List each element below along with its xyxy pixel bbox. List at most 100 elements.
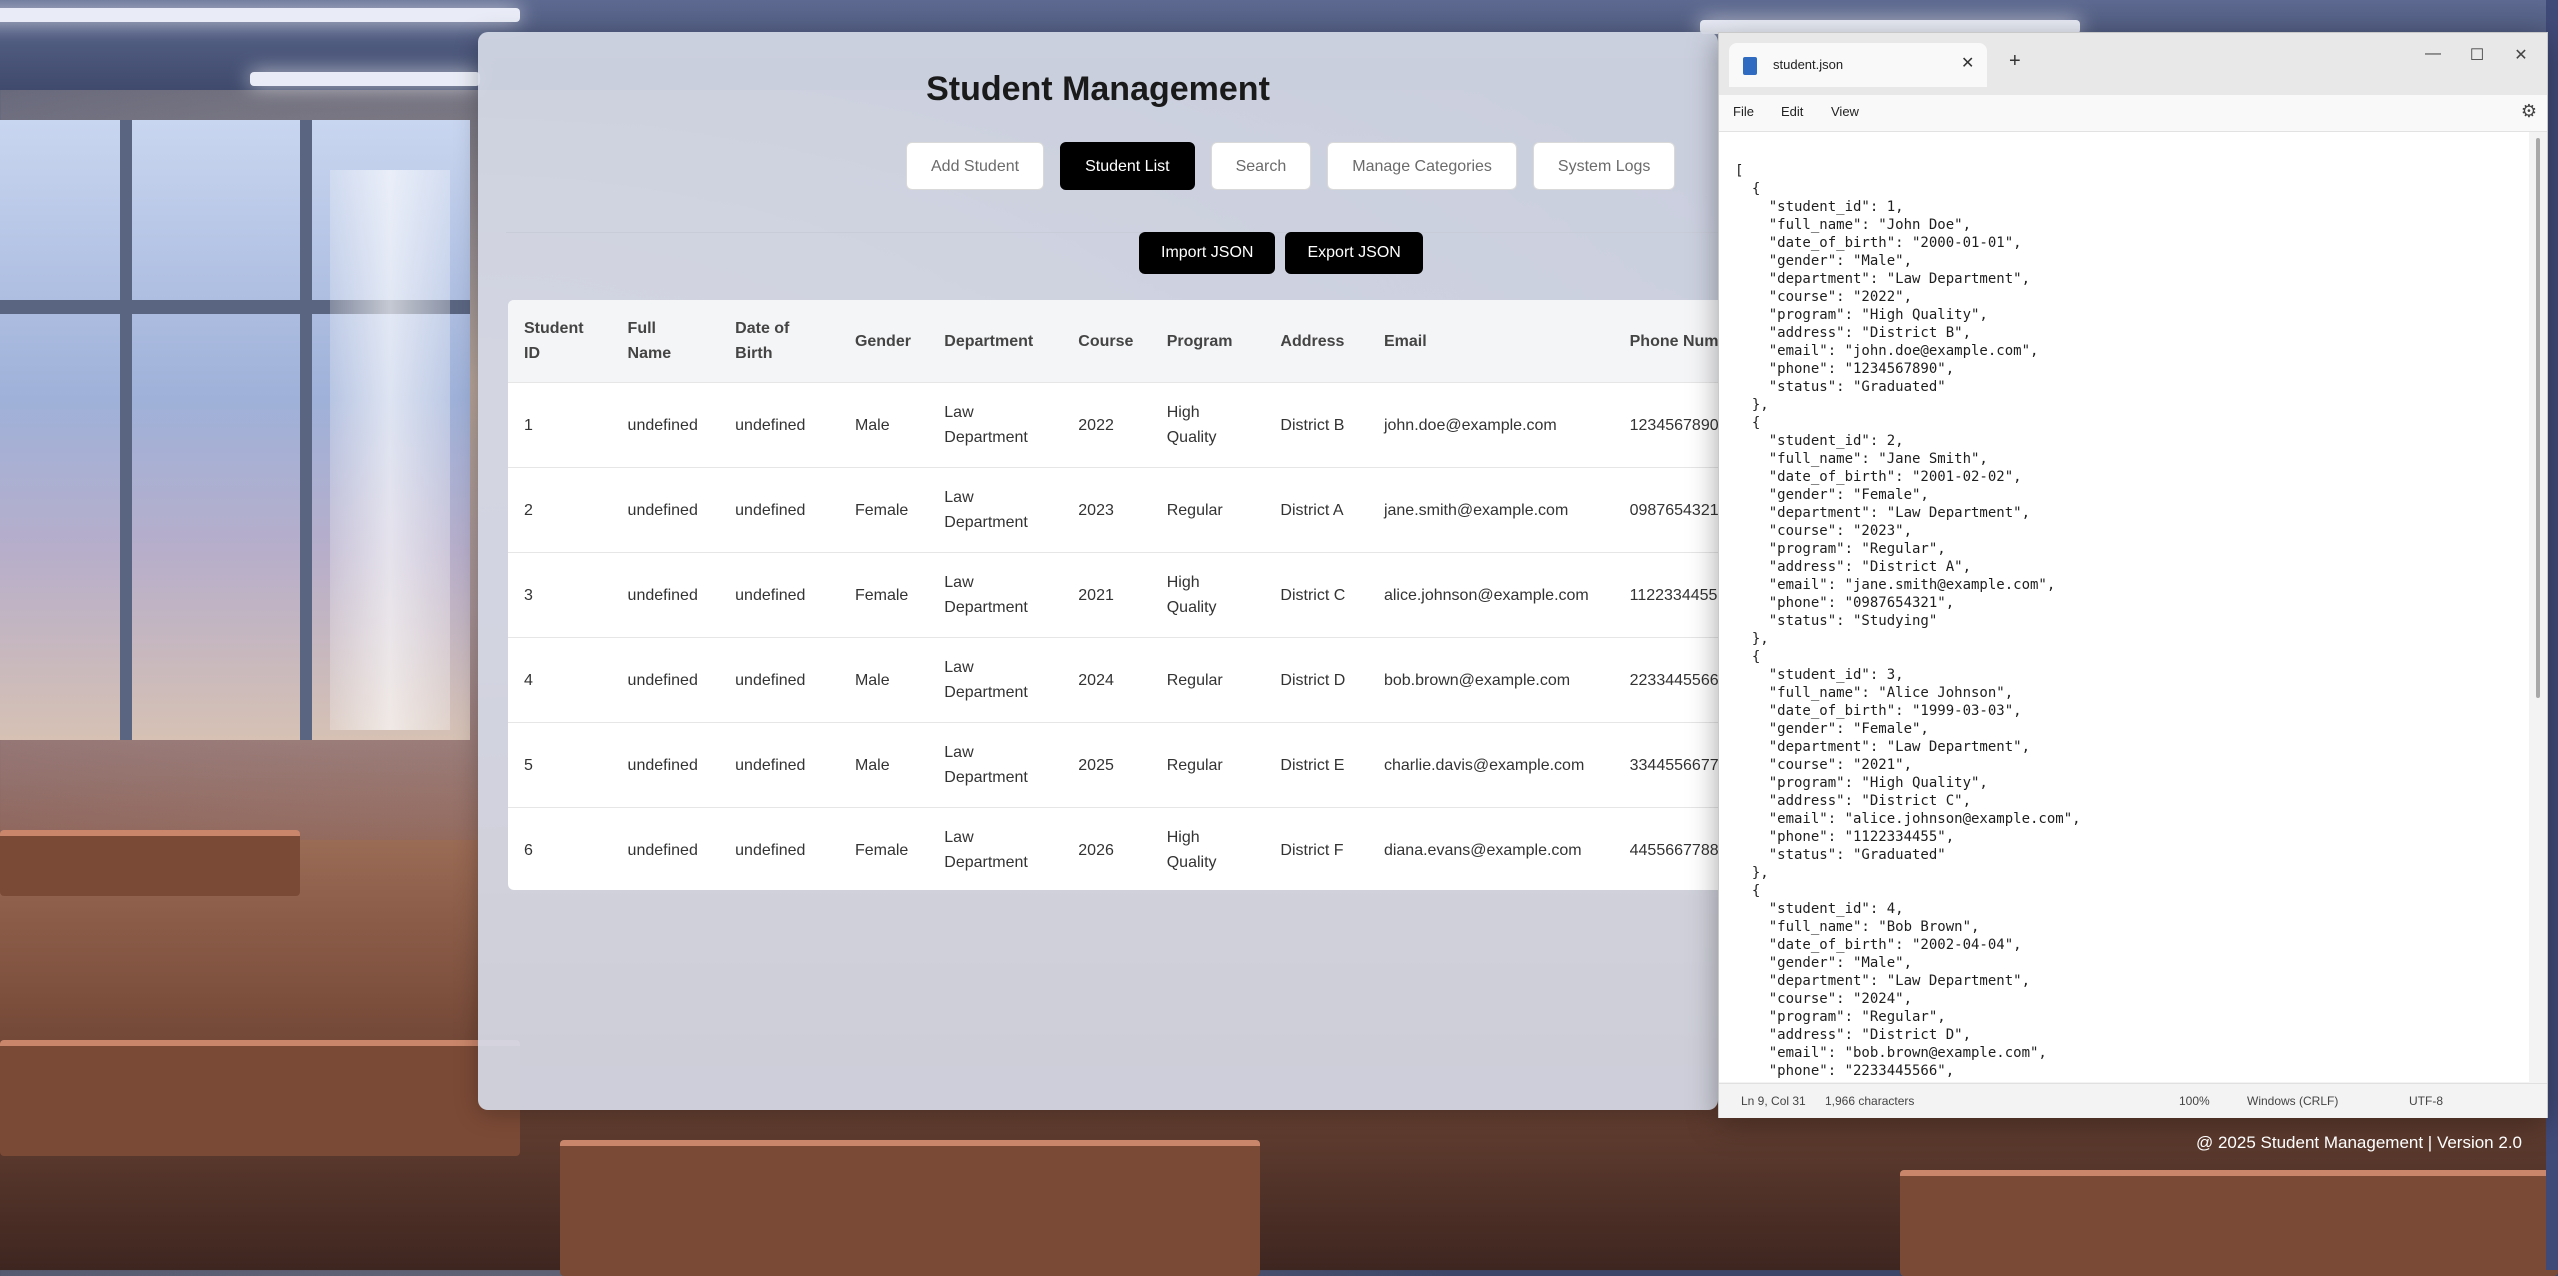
- cell-date-of-birth: undefined: [719, 467, 839, 553]
- cell-email: jane.smith@example.com: [1367, 467, 1614, 553]
- cell-course: 2026: [1062, 807, 1151, 890]
- cell-phone: 0987654321: [1613, 467, 1718, 553]
- student-management-panel: Student Management Add Student Student L…: [478, 32, 1718, 1110]
- settings-gear-icon[interactable]: ⚙: [2521, 101, 2537, 122]
- menu-file[interactable]: File: [1733, 104, 1754, 119]
- student-table: Student ID Full Name Date of Birth Gende…: [508, 300, 1718, 890]
- cell-date-of-birth: undefined: [719, 382, 839, 468]
- notepad-window: student.json ✕ + — ☐ ✕ File Edit View ⚙ …: [1718, 32, 2548, 1118]
- nav-system-logs-button[interactable]: System Logs: [1532, 142, 1676, 190]
- header-student-id: Student ID: [508, 300, 612, 383]
- header-address: Address: [1264, 300, 1368, 383]
- cell-date-of-birth: undefined: [719, 807, 839, 890]
- nav-manage-categories-button[interactable]: Manage Categories: [1327, 142, 1517, 190]
- status-cursor-position: Ln 9, Col 31: [1741, 1094, 1806, 1108]
- window-frame: [300, 120, 312, 740]
- cell-full-name: undefined: [611, 552, 720, 638]
- minimize-icon[interactable]: —: [2413, 45, 2453, 63]
- cell-address: District A: [1264, 467, 1368, 553]
- vertical-scrollbar[interactable]: [2531, 132, 2545, 1082]
- cell-program: High Quality: [1150, 807, 1265, 890]
- maximize-icon[interactable]: ☐: [2457, 45, 2497, 65]
- header-program: Program: [1150, 300, 1265, 383]
- notepad-editor[interactable]: [ { "student_id": 1, "full_name": "John …: [1719, 132, 2529, 1082]
- table-row[interactable]: 3 undefined undefined Female Law Departm…: [508, 552, 1718, 638]
- notepad-tab[interactable]: student.json ✕: [1729, 43, 1987, 87]
- tab-close-icon[interactable]: ✕: [1961, 53, 1974, 73]
- notepad-menubar: File Edit View ⚙: [1719, 95, 2547, 132]
- header-phone-number: Phone Number: [1613, 300, 1718, 383]
- export-json-button[interactable]: Export JSON: [1285, 232, 1423, 274]
- background-desk: [1900, 1170, 2558, 1276]
- cell-gender: Female: [838, 552, 929, 638]
- window-frame: [120, 120, 132, 740]
- cell-address: District B: [1264, 382, 1368, 468]
- menu-view[interactable]: View: [1831, 104, 1859, 119]
- header-department: Department: [928, 300, 1063, 383]
- background-desk: [0, 830, 300, 896]
- import-json-button[interactable]: Import JSON: [1139, 232, 1276, 274]
- cell-gender: Male: [838, 637, 929, 723]
- student-table-container: Student ID Full Name Date of Birth Gende…: [508, 300, 1718, 890]
- cell-email: charlie.davis@example.com: [1367, 722, 1614, 808]
- cell-date-of-birth: undefined: [719, 722, 839, 808]
- cell-full-name: undefined: [611, 807, 720, 890]
- table-row[interactable]: 4 undefined undefined Male Law Departmen…: [508, 637, 1718, 723]
- cell-department: Law Department: [928, 467, 1063, 553]
- nav-student-list-button[interactable]: Student List: [1060, 142, 1195, 190]
- nav-search-button[interactable]: Search: [1210, 142, 1312, 190]
- notepad-titlebar[interactable]: student.json ✕ + — ☐ ✕: [1719, 33, 2547, 95]
- cell-date-of-birth: undefined: [719, 637, 839, 723]
- cell-phone: 4455667788: [1613, 807, 1718, 890]
- cell-course: 2021: [1062, 552, 1151, 638]
- json-content[interactable]: [ { "student_id": 1, "full_name": "John …: [1735, 162, 2081, 1082]
- cell-full-name: undefined: [611, 382, 720, 468]
- status-zoom: 100%: [2179, 1094, 2210, 1108]
- status-line-ending: Windows (CRLF): [2247, 1094, 2339, 1108]
- header-date-of-birth: Date of Birth: [719, 300, 839, 383]
- cell-program: Regular: [1150, 637, 1265, 723]
- new-tab-icon[interactable]: +: [2009, 51, 2021, 71]
- background-desk: [560, 1140, 1260, 1276]
- cell-phone: 1122334455: [1613, 552, 1718, 638]
- background-desk: [0, 1040, 520, 1156]
- cell-course: 2024: [1062, 637, 1151, 723]
- status-char-count: 1,966 characters: [1825, 1094, 1915, 1108]
- nav-divider: [506, 232, 1718, 233]
- nav-add-student-button[interactable]: Add Student: [906, 142, 1045, 190]
- cell-course: 2022: [1062, 382, 1151, 468]
- window-close-icon[interactable]: ✕: [2501, 45, 2541, 65]
- notepad-status-bar: Ln 9, Col 31 1,966 characters 100% Windo…: [1719, 1083, 2547, 1118]
- status-encoding: UTF-8: [2409, 1094, 2443, 1108]
- ceiling-light: [0, 8, 520, 22]
- cell-department: Law Department: [928, 552, 1063, 638]
- cell-student-id: 2: [508, 467, 612, 553]
- table-header-row: Student ID Full Name Date of Birth Gende…: [508, 300, 1718, 383]
- cell-full-name: undefined: [611, 467, 720, 553]
- cell-email: alice.johnson@example.com: [1367, 552, 1614, 638]
- scrollbar-thumb[interactable]: [2536, 138, 2540, 698]
- cell-gender: Male: [838, 382, 929, 468]
- cell-gender: Female: [838, 467, 929, 553]
- cell-course: 2025: [1062, 722, 1151, 808]
- cell-student-id: 1: [508, 382, 612, 468]
- cell-email: john.doe@example.com: [1367, 382, 1614, 468]
- action-bar: Import JSON Export JSON: [1139, 232, 1423, 274]
- cell-student-id: 6: [508, 807, 612, 890]
- notepad-tab-title: student.json: [1773, 57, 1844, 72]
- cell-gender: Female: [838, 807, 929, 890]
- cell-program: Regular: [1150, 467, 1265, 553]
- cell-program: High Quality: [1150, 382, 1265, 468]
- cell-student-id: 4: [508, 637, 612, 723]
- table-row[interactable]: 5 undefined undefined Male Law Departmen…: [508, 722, 1718, 808]
- cell-address: District E: [1264, 722, 1368, 808]
- cell-phone: 1234567890: [1613, 382, 1718, 468]
- menu-edit[interactable]: Edit: [1781, 104, 1803, 119]
- table-row[interactable]: 6 undefined undefined Female Law Departm…: [508, 807, 1718, 890]
- table-row[interactable]: 2 undefined undefined Female Law Departm…: [508, 467, 1718, 553]
- cell-phone: 3344556677: [1613, 722, 1718, 808]
- cell-address: District C: [1264, 552, 1368, 638]
- cell-course: 2023: [1062, 467, 1151, 553]
- cell-date-of-birth: undefined: [719, 552, 839, 638]
- table-row[interactable]: 1 undefined undefined Male Law Departmen…: [508, 382, 1718, 468]
